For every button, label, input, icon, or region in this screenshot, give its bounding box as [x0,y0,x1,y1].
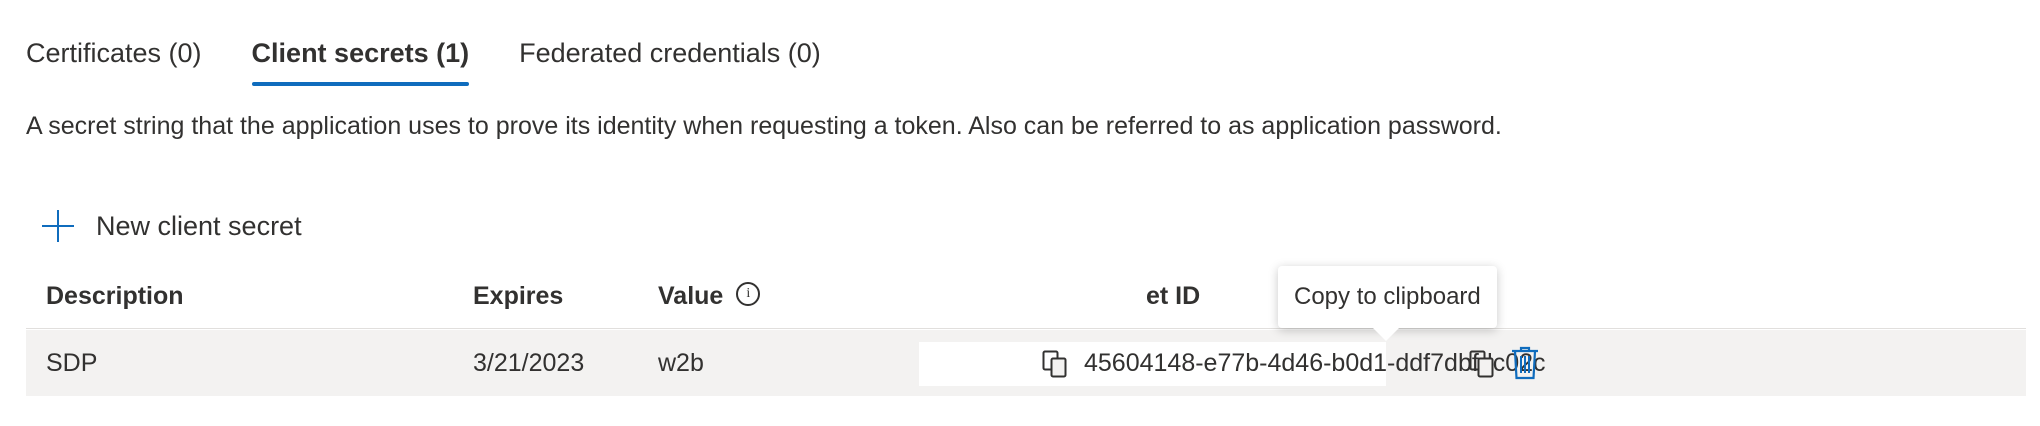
tab-client-secrets[interactable]: Client secrets (1) [251,0,469,88]
table-row: SDP 3/21/2023 w2b 45604148-e77b-4d46-b0d… [26,330,2026,396]
tooltip-arrow [1372,327,1400,341]
new-client-secret-button[interactable]: New client secret [42,204,302,248]
column-header-value: Value i [658,282,761,311]
tab-certificates[interactable]: Certificates (0) [26,0,202,88]
column-header-expires: Expires [473,282,564,310]
info-icon[interactable]: i [736,282,761,307]
tab-federated-credentials[interactable]: Federated credentials (0) [519,0,821,88]
secret-value-cell: w2b [658,349,704,377]
new-client-secret-label: New client secret [96,210,302,241]
table-header: Description Expires Value i et ID [26,270,2026,329]
trash-icon[interactable] [1510,346,1540,380]
copy-value-icon[interactable] [1042,350,1068,378]
column-header-secret-id: et ID [1146,282,1201,310]
column-header-value-label: Value [658,282,724,310]
tab-list: Certificates (0) Client secrets (1) Fede… [26,0,871,88]
column-header-description: Description [46,282,184,310]
secret-description-cell: SDP [46,349,98,377]
section-description: A secret string that the application use… [26,112,1502,140]
plus-icon [42,210,74,242]
copy-tooltip: Copy to clipboard [1278,266,1497,328]
secret-expires-cell: 3/21/2023 [473,349,585,377]
copy-secret-id-icon[interactable] [1469,350,1495,378]
